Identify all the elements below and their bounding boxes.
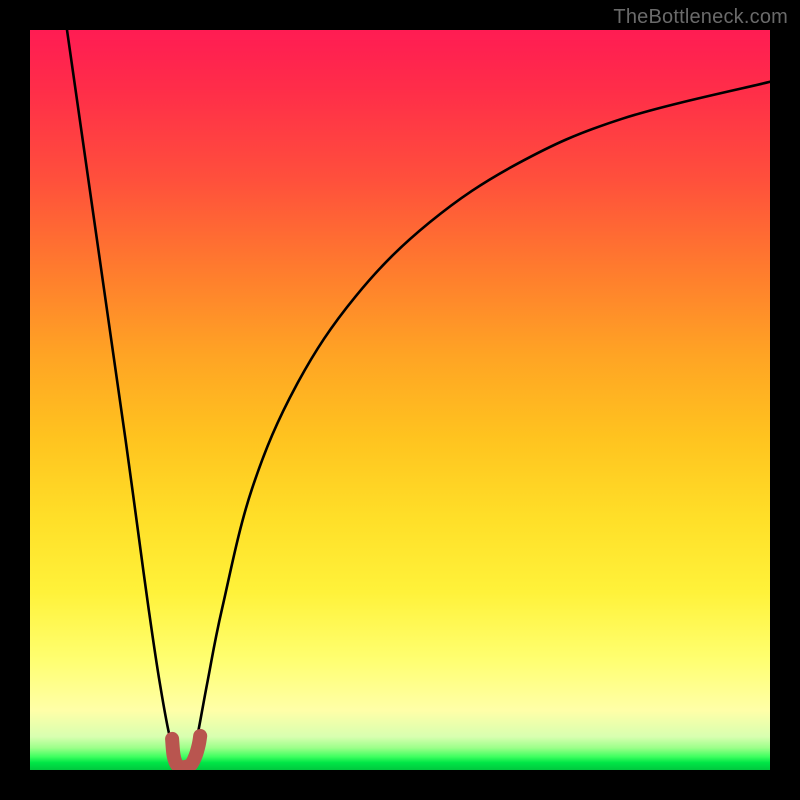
minimum-marker xyxy=(172,736,200,767)
bottleneck-curve xyxy=(67,30,770,770)
curve-layer xyxy=(30,30,770,770)
chart-frame: TheBottleneck.com xyxy=(0,0,800,800)
plot-area xyxy=(30,30,770,770)
attribution-text: TheBottleneck.com xyxy=(613,6,788,29)
